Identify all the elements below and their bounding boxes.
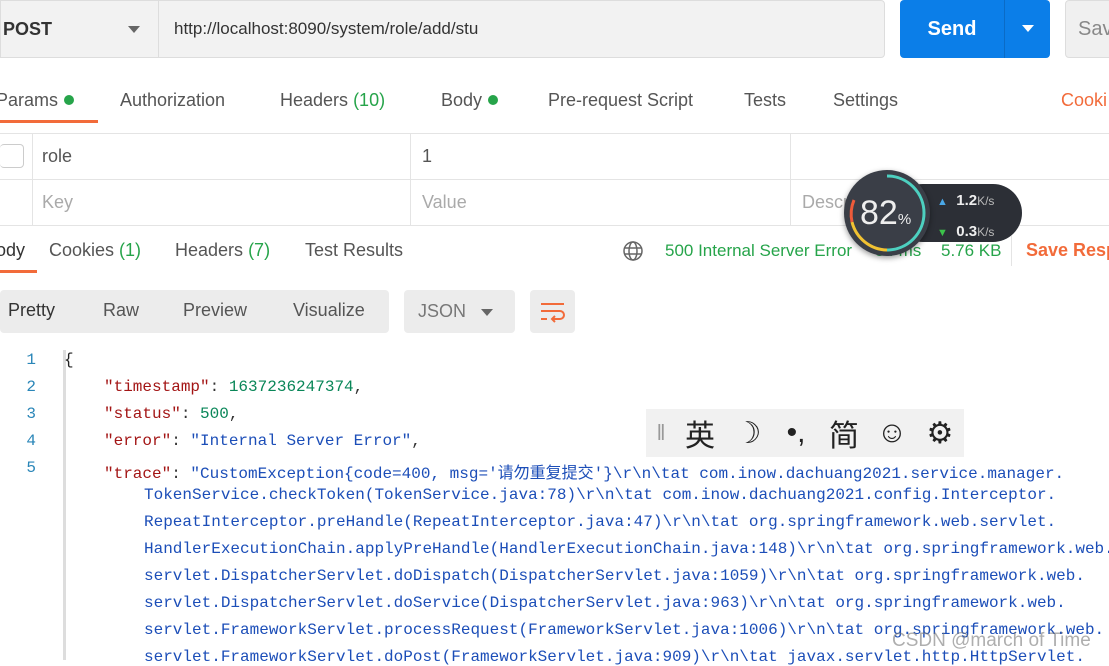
simplified-icon[interactable]: 简 [820, 411, 868, 455]
tab-params[interactable]: Params [0, 90, 75, 111]
param-key[interactable]: role [42, 146, 72, 167]
code-line: "timestamp": 1637236247374, [104, 378, 364, 396]
trace-line: servlet.DispatcherServlet.doService(Disp… [144, 594, 1066, 612]
tab-authorization[interactable]: Authorization [120, 90, 225, 111]
active-dot [488, 95, 499, 105]
download-rate: 0.3 [956, 223, 978, 240]
code-line: "error": "Internal Server Error", [104, 432, 421, 450]
line-number: 4 [26, 432, 36, 450]
divider [410, 133, 411, 225]
value-input[interactable]: Value [422, 192, 467, 213]
drag-handle-icon[interactable]: ‖ [646, 420, 676, 446]
method-select[interactable]: POST [0, 0, 158, 58]
format-value: JSON [418, 301, 467, 321]
line-number: 2 [26, 378, 36, 396]
download-arrow-icon: ▼ [937, 227, 948, 239]
trace-line: HandlerExecutionChain.applyPreHandle(Han… [144, 540, 1109, 558]
param-checkbox[interactable] [0, 144, 24, 168]
chevron-down-icon [1022, 25, 1034, 32]
rate-unit: K/s [977, 225, 995, 239]
upload-arrow-icon: ▲ [937, 196, 948, 208]
cookies-link[interactable]: Cooki [1061, 90, 1107, 111]
trace-line: servlet.DispatcherServlet.doDispatch(Dis… [144, 567, 1085, 585]
punctuation-icon[interactable]: •, [772, 416, 820, 450]
active-tab-indicator [0, 120, 98, 123]
cpu-percent: 82 [860, 194, 898, 232]
active-tab-indicator [0, 270, 37, 273]
divider [790, 133, 791, 225]
view-preview[interactable]: Preview [183, 300, 247, 321]
json-value: 500 [200, 405, 229, 423]
code-line: { [64, 351, 74, 369]
headers-count: (10) [353, 90, 386, 110]
gear-icon[interactable]: ⚙ [916, 416, 964, 451]
method-value: POST [3, 18, 53, 39]
view-visualize[interactable]: Visualize [293, 300, 365, 321]
rate-unit: K/s [977, 194, 995, 208]
tab-label: Cookies [49, 240, 115, 260]
tab-tests[interactable]: Tests [744, 90, 786, 111]
tab-test-results[interactable]: Test Results [305, 240, 403, 261]
json-value: 1637236247374 [228, 378, 354, 396]
brace: { [64, 351, 74, 369]
line-number: 5 [26, 459, 36, 477]
wrap-lines-button[interactable] [530, 290, 575, 333]
tab-pre-request-script[interactable]: Pre-request Script [548, 90, 693, 111]
headers-count: (7) [248, 240, 271, 260]
json-key: "error" [104, 432, 172, 450]
code-line: "trace": "CustomException{code=400, msg=… [104, 465, 1065, 483]
divider [32, 133, 33, 225]
tab-label: Headers [175, 240, 244, 260]
network-monitor-widget[interactable]: 82% ▲ 1.2K/s ▼ 0.3K/s [844, 170, 1022, 256]
tab-label: Headers [280, 90, 349, 110]
moon-icon[interactable]: ☽ [724, 416, 772, 451]
ime-toolbar[interactable]: ‖ 英 ☽ •, 简 ☺ ⚙ [646, 409, 964, 457]
tab-headers[interactable]: Headers (10) [280, 90, 385, 111]
active-dot [64, 95, 75, 105]
cookies-count: (1) [119, 240, 142, 260]
save-button[interactable]: Sav [1065, 0, 1109, 58]
trace-line: TokenService.checkToken(TokenService.jav… [144, 486, 1057, 504]
chevron-down-icon [481, 309, 493, 316]
url-value: http://localhost:8090/system/role/add/st… [174, 19, 479, 38]
json-value: "Internal Server Error" [190, 432, 412, 450]
json-key: "timestamp" [104, 378, 210, 396]
watermark: CSDN @march of Time [892, 630, 1091, 651]
json-key: "trace" [104, 465, 172, 483]
status-code[interactable]: 500 Internal Server Error [665, 241, 852, 261]
send-label: Send [927, 17, 977, 40]
param-value[interactable]: 1 [422, 146, 432, 167]
json-key: "status" [104, 405, 181, 423]
indent-guide [63, 350, 66, 660]
save-response-button[interactable]: Save Resp [1026, 240, 1109, 261]
emoji-icon[interactable]: ☺ [868, 416, 916, 450]
percent-unit: % [897, 211, 912, 228]
line-number: 1 [26, 351, 36, 369]
format-select[interactable]: JSON [404, 290, 515, 333]
key-input[interactable]: Key [42, 192, 73, 213]
globe-icon[interactable] [622, 240, 644, 262]
chevron-down-icon [128, 26, 140, 33]
url-input[interactable]: http://localhost:8090/system/role/add/st… [158, 0, 885, 58]
english-mode-icon[interactable]: 英 [676, 411, 724, 455]
tab-response-body[interactable]: ody [0, 240, 25, 261]
upload-rate: 1.2 [956, 192, 978, 209]
tab-response-headers[interactable]: Headers (7) [175, 240, 270, 261]
send-dropdown[interactable] [1004, 0, 1050, 58]
view-raw[interactable]: Raw [103, 300, 139, 321]
trace-line: RepeatInterceptor.preHandle(RepeatInterc… [144, 513, 1057, 531]
line-number: 3 [26, 405, 36, 423]
divider [0, 133, 1109, 134]
tab-settings[interactable]: Settings [833, 90, 898, 111]
code-line: "status": 500, [104, 405, 239, 423]
tab-body[interactable]: Body [441, 90, 499, 111]
tab-label: Params [0, 90, 59, 110]
wrap-icon [541, 303, 565, 323]
tab-label: Body [441, 90, 483, 110]
json-value: "CustomException{code=400, msg='请勿重复提交'}… [190, 465, 1065, 483]
send-button[interactable]: Send [900, 0, 1050, 58]
view-pretty[interactable]: Pretty [8, 300, 55, 321]
tab-cookies[interactable]: Cookies (1) [49, 240, 141, 261]
